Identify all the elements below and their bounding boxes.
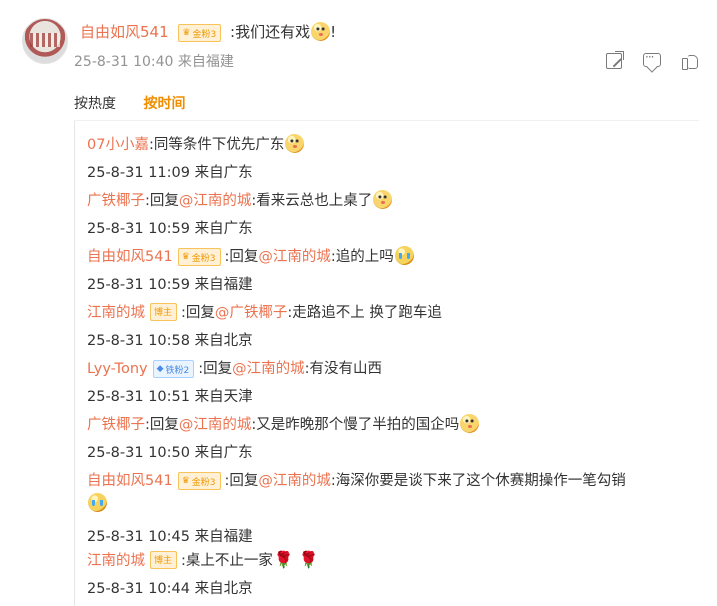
- cat-emoji-icon: [311, 22, 331, 41]
- reply-text: :回复: [224, 473, 259, 489]
- reply-thread: 07小小嘉:同等条件下优先广东 25-8-31 11:09 来自广东 广铁椰子:回复…: [74, 121, 681, 606]
- reply-time: 25-8-31 10:50 来自广东: [87, 445, 253, 461]
- reply-user-link[interactable]: 自由如风541: [87, 249, 173, 265]
- crown-icon: ♛: [182, 28, 191, 38]
- badge-label: 金粉3: [192, 29, 217, 40]
- badge-label: 金粉3: [191, 253, 216, 264]
- main-comment-line: 自由如风541 ♛ 金粉3 :我们还有戏!: [80, 21, 336, 42]
- reply-time: 25-8-31 10:51 来自天津: [87, 389, 253, 405]
- reply-line: 广铁椰子:回复@江南的城:又是昨晚那个慢了半拍的国企吗: [87, 413, 480, 434]
- reply-text: :回复: [224, 249, 259, 265]
- main-comment-text: :我们还有戏: [230, 23, 311, 41]
- crown-icon: ♛: [181, 252, 190, 262]
- reply-user-link[interactable]: 江南的城: [87, 305, 145, 321]
- mention-link[interactable]: @江南的城: [179, 193, 252, 209]
- reply-text: :回复: [181, 305, 215, 321]
- reply-text: :看来云总也上桌了: [251, 193, 373, 209]
- reply-time: 25-8-31 10:59 来自广东: [87, 221, 253, 237]
- badge-label: 金粉3: [191, 477, 216, 488]
- reply-text: :回复: [145, 193, 179, 209]
- reply-text: :同等条件下优先广东: [148, 137, 285, 153]
- diamond-icon: ◆: [156, 364, 164, 374]
- reply-text: :回复: [145, 417, 179, 433]
- author-badge: 博主: [150, 550, 178, 569]
- reply-time: 25-8-31 11:09 来自广东: [87, 165, 253, 181]
- reply-text: :回复: [198, 361, 233, 377]
- avatar[interactable]: [22, 18, 68, 64]
- mention-link[interactable]: @江南的城: [258, 473, 331, 489]
- reply-line: Lyy-Tony ◆ 铁粉2:回复@江南的城:有没有山西: [87, 357, 382, 378]
- mention-link[interactable]: @江南的城: [179, 417, 252, 433]
- reply-text: :桌上不止一家: [181, 553, 273, 569]
- reply-text: :海深你要是谈下来了这个休赛期操作一笔勾销: [330, 473, 626, 489]
- reply-text: :追的上吗: [330, 249, 394, 265]
- mention-link[interactable]: @广铁椰子: [215, 305, 288, 321]
- crying-emoji-icon: [394, 246, 414, 265]
- reply-line: 自由如风541 ♛ 金粉3:回复@江南的城:海深你要是谈下来了这个休赛期操作一笔勾销: [87, 469, 626, 490]
- badge-label: 博主: [154, 308, 173, 318]
- badge-label: 铁粉2: [165, 365, 190, 376]
- author-badge: 博主: [150, 302, 178, 321]
- reply-user-link[interactable]: 广铁椰子: [87, 193, 145, 209]
- sort-by-time-tab[interactable]: 按时间: [143, 96, 185, 112]
- reply-time: 25-8-31 10:58 来自北京: [87, 333, 253, 349]
- crown-icon: ♛: [181, 476, 190, 486]
- reply-user-link[interactable]: 广铁椰子: [87, 417, 145, 433]
- badge-label: 博主: [154, 556, 173, 566]
- reply-user-link[interactable]: 07小小嘉: [87, 137, 149, 153]
- reply-line: 广铁椰子:回复@江南的城:看来云总也上桌了: [87, 189, 393, 210]
- reply-user-link[interactable]: 江南的城: [87, 553, 145, 569]
- reply-line: 江南的城 博主 :桌上不止一家🌹 🌹: [87, 549, 319, 570]
- fan-badge: ♛ 金粉3: [177, 472, 221, 490]
- fan-badge: ◆ 铁粉2: [152, 360, 195, 378]
- cat-emoji-icon: [460, 414, 480, 433]
- mention-link[interactable]: @江南的城: [232, 361, 305, 377]
- reply-user-link[interactable]: 自由如风541: [87, 473, 173, 489]
- crying-emoji-icon: [88, 493, 107, 512]
- main-user-link[interactable]: 自由如风541: [80, 23, 169, 41]
- reply-text: :有没有山西: [304, 361, 383, 377]
- share-icon[interactable]: [606, 53, 622, 69]
- like-icon[interactable]: [682, 51, 701, 70]
- comment-actions: [606, 50, 701, 70]
- reply-text: :又是昨晚那个慢了半拍的国企吗: [251, 417, 460, 433]
- sort-tabs: 按热度 按时间: [74, 93, 208, 113]
- reply-time: 25-8-31 10:44 来自北京: [87, 581, 253, 597]
- cat-emoji-icon: [373, 190, 393, 209]
- fan-badge: ♛ 金粉3: [177, 248, 221, 266]
- main-comment-time: 25-8-31 10:40 来自福建: [74, 54, 234, 70]
- reply-line: 自由如风541 ♛ 金粉3:回复@江南的城:追的上吗: [87, 245, 414, 266]
- cat-emoji-icon: [285, 134, 305, 153]
- reply-text: :走路追不上 换了跑车追: [287, 305, 442, 321]
- main-comment: 自由如风541 ♛ 金粉3 :我们还有戏! 25-8-31 10:40 来自福建: [0, 0, 717, 80]
- sort-by-hot-tab[interactable]: 按热度: [74, 96, 116, 112]
- gold-fan-badge: ♛ 金粉3: [178, 24, 222, 42]
- reply-line: 07小小嘉:同等条件下优先广东: [87, 133, 305, 154]
- rose-icons: 🌹 🌹: [273, 550, 319, 569]
- main-comment-suffix: !: [330, 23, 337, 41]
- reply-user-link[interactable]: Lyy-Tony: [87, 361, 148, 377]
- reply-time: 25-8-31 10:59 来自福建: [87, 277, 253, 293]
- reply-time: 25-8-31 10:45 来自福建: [87, 529, 253, 545]
- mention-link[interactable]: @江南的城: [258, 249, 331, 265]
- reply-line: 江南的城 博主 :回复@广铁椰子:走路追不上 换了跑车追: [87, 301, 442, 322]
- comment-icon[interactable]: [643, 50, 661, 67]
